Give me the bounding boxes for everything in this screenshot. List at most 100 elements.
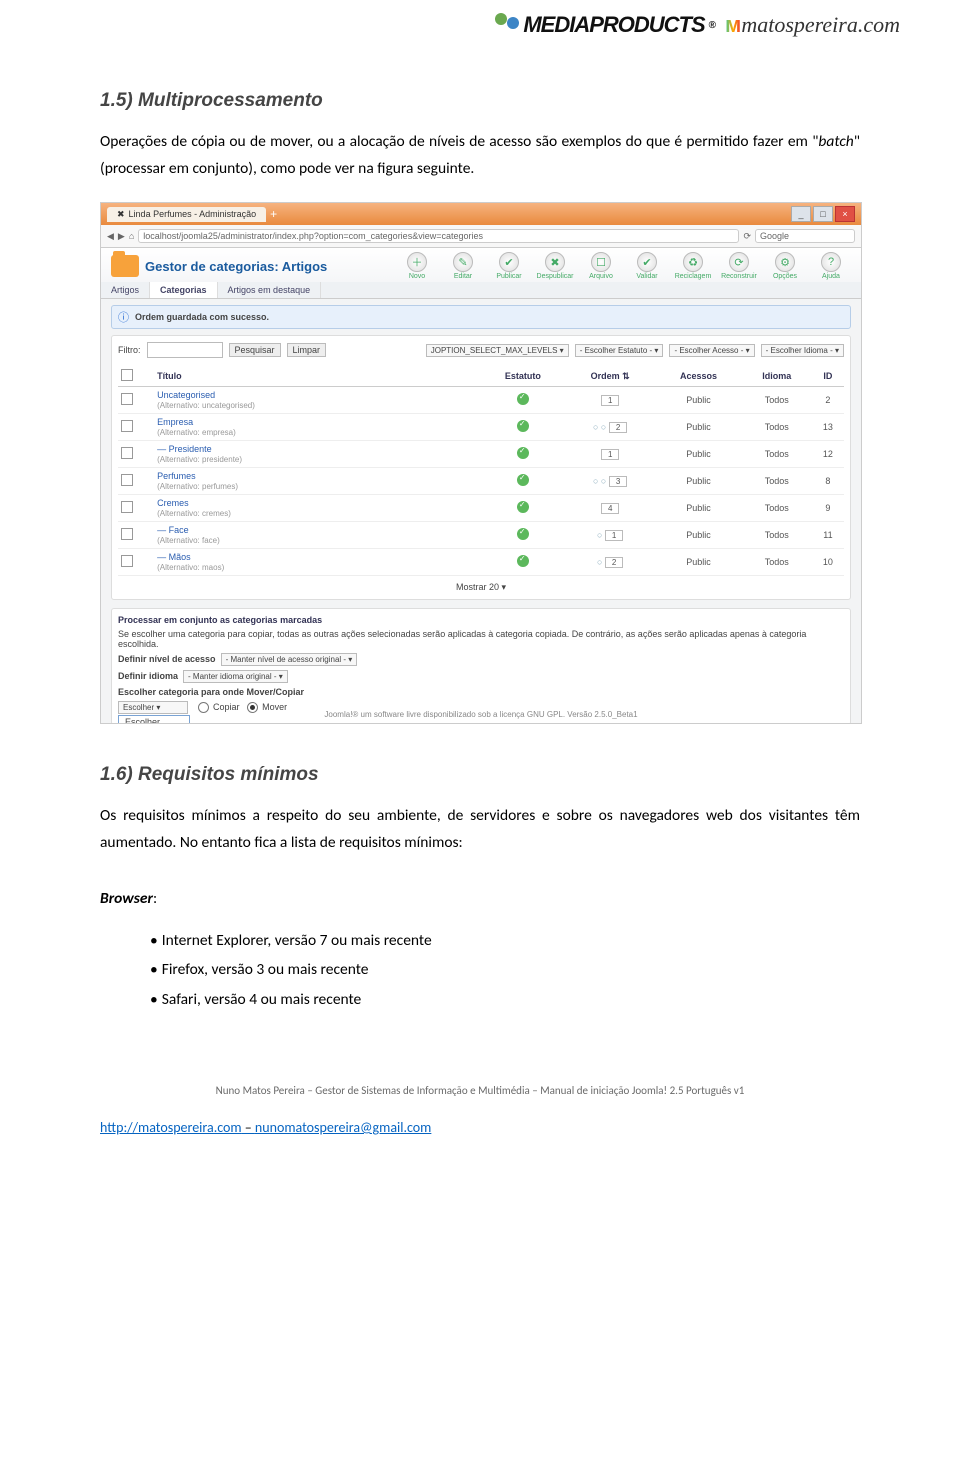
row-checkbox[interactable] — [121, 501, 133, 513]
row-checkbox[interactable] — [121, 420, 133, 432]
status-icon[interactable] — [517, 528, 529, 540]
select-status[interactable]: - Escolher Estatuto - ▾ — [575, 344, 664, 357]
toolbar-publicar[interactable]: ✔Publicar — [489, 252, 529, 280]
table-row: Uncategorised(Alternativo: uncategorised… — [118, 387, 844, 414]
section-1-6-paragraph: Os requisitos mínimos a respeito do seu … — [100, 802, 860, 856]
clear-button[interactable]: Limpar — [287, 343, 327, 357]
window-maximize-button[interactable]: □ — [813, 206, 833, 222]
status-icon[interactable] — [517, 555, 529, 567]
batch-category-dropdown[interactable]: EscolherEscolherUncategorisedEmpresa- Pr… — [118, 715, 190, 724]
browser-tab[interactable]: ✖ Linda Perfumes - Administração — [107, 207, 266, 222]
browser-label: Browser: — [100, 885, 860, 912]
order-input[interactable]: 1 — [601, 449, 619, 460]
list-item: Safari, versão 4 ou mais recente — [150, 985, 860, 1014]
table-row: Perfumes(Alternativo: perfumes)○ ○ 3Publ… — [118, 468, 844, 495]
despublicar-icon: ✖ — [545, 252, 565, 272]
toolbar-reconstruir[interactable]: ⟳Reconstruir — [719, 252, 759, 280]
status-icon[interactable] — [517, 393, 529, 405]
select-language[interactable]: - Escolher Idioma - ▾ — [761, 344, 844, 357]
order-input[interactable]: 4 — [601, 503, 619, 514]
pager[interactable]: Mostrar 20 ▾ — [118, 582, 844, 593]
toolbar-validar[interactable]: ✔Validar — [627, 252, 667, 280]
nav-fwd-icon[interactable]: ▶ — [118, 231, 125, 242]
matospereira-logo: ᴍmatospereira.com — [725, 12, 900, 38]
window-close-button[interactable]: × — [835, 206, 855, 222]
list-item: Internet Explorer, versão 7 ou mais rece… — [150, 926, 860, 955]
order-input[interactable]: 2 — [609, 422, 627, 433]
batch-text: Se escolher uma categoria para copiar, t… — [118, 629, 844, 649]
info-icon: ⓘ — [118, 309, 129, 325]
status-icon[interactable] — [517, 474, 529, 486]
firefox-url-bar: ◀ ▶ ⌂ localhost/joomla25/administrator/i… — [101, 225, 861, 248]
table-row: — Mãos(Alternativo: maos)○ 2PublicTodos1… — [118, 549, 844, 576]
toolbar-arquivo[interactable]: ☐Arquivo — [581, 252, 621, 280]
media-logo-icon — [495, 13, 519, 37]
order-input[interactable]: 2 — [605, 557, 623, 568]
category-link[interactable]: Perfumes(Alternativo: perfumes) — [154, 468, 481, 495]
status-icon[interactable] — [517, 501, 529, 513]
header-logos: MEDIAPRODUCTS® ᴍmatospereira.com — [495, 12, 900, 38]
row-checkbox[interactable] — [121, 474, 133, 486]
category-link[interactable]: — Mãos(Alternativo: maos) — [154, 549, 481, 576]
category-link[interactable]: — Face(Alternativo: face) — [154, 522, 481, 549]
novo-icon: ＋ — [407, 252, 427, 272]
category-link[interactable]: — Presidente(Alternativo: presidente) — [154, 441, 481, 468]
tab-artigos[interactable]: Artigos — [101, 282, 150, 298]
table-row: Cremes(Alternativo: cremes) 4PublicTodos… — [118, 495, 844, 522]
nav-home-icon[interactable]: ⌂ — [129, 231, 134, 241]
page-footer-line: Nuno Matos Pereira – Gestor de Sistemas … — [100, 1084, 860, 1097]
filter-bar: Filtro: Pesquisar Limpar JOPTION_SELECT_… — [118, 342, 844, 358]
window-minimize-button[interactable]: _ — [791, 206, 811, 222]
select-max-levels[interactable]: JOPTION_SELECT_MAX_LEVELS ▾ — [426, 344, 569, 357]
nav-back-icon[interactable]: ◀ — [107, 231, 114, 242]
arquivo-icon: ☐ — [591, 252, 611, 272]
order-input[interactable]: 3 — [609, 476, 627, 487]
window-buttons: _ □ × — [791, 206, 855, 222]
url-input[interactable]: localhost/joomla25/administrator/index.p… — [138, 229, 739, 243]
category-link[interactable]: Empresa(Alternativo: empresa) — [154, 414, 481, 441]
footer-mail[interactable]: nunomatospereira@gmail.com — [255, 1119, 431, 1136]
order-input[interactable]: 1 — [605, 530, 623, 541]
joomla-list: Filtro: Pesquisar Limpar JOPTION_SELECT_… — [111, 335, 851, 600]
toolbar-editar[interactable]: ✎Editar — [443, 252, 483, 280]
order-input[interactable]: 1 — [601, 395, 619, 406]
ajuda-icon: ? — [821, 252, 841, 272]
editar-icon: ✎ — [453, 252, 473, 272]
tab-destaque[interactable]: Artigos em destaque — [218, 282, 322, 298]
row-checkbox[interactable] — [121, 528, 133, 540]
check-all[interactable] — [121, 369, 133, 381]
footer-url[interactable]: http://matospereira.com — [100, 1119, 242, 1136]
dropdown-option[interactable]: Escolher — [119, 716, 189, 724]
opções-icon: ⚙ — [775, 252, 795, 272]
table-row: — Presidente(Alternativo: presidente) 1P… — [118, 441, 844, 468]
reload-icon[interactable]: ⟳ — [743, 231, 751, 242]
filter-label: Filtro: — [118, 345, 141, 355]
status-icon[interactable] — [517, 447, 529, 459]
list-item: Firefox, versão 3 ou mais recente — [150, 955, 860, 984]
batch-access-select[interactable]: - Manter nível de acesso original - ▾ — [221, 653, 358, 666]
browser-list: Internet Explorer, versão 7 ou mais rece… — [150, 926, 860, 1014]
row-checkbox[interactable] — [121, 447, 133, 459]
validar-icon: ✔ — [637, 252, 657, 272]
toolbar-novo[interactable]: ＋Novo — [397, 252, 437, 280]
new-tab-button[interactable]: + — [270, 207, 277, 221]
toolbar-opções[interactable]: ⚙Opções — [765, 252, 805, 280]
search-button[interactable]: Pesquisar — [229, 343, 281, 357]
status-icon[interactable] — [517, 420, 529, 432]
toolbar-ajuda[interactable]: ?Ajuda — [811, 252, 851, 280]
toolbar-reciclagem[interactable]: ♻Reciclagem — [673, 252, 713, 280]
tab-categorias[interactable]: Categorias — [150, 282, 218, 298]
row-checkbox[interactable] — [121, 555, 133, 567]
joomla-favicon-icon: ✖ — [117, 209, 125, 220]
joomla-toolbar: ＋Novo✎Editar✔Publicar✖Despublicar☐Arquiv… — [397, 252, 851, 280]
category-link[interactable]: Cremes(Alternativo: cremes) — [154, 495, 481, 522]
batch-lang-select[interactable]: - Manter idioma original - ▾ — [183, 670, 288, 683]
select-access[interactable]: - Escolher Acesso - ▾ — [669, 344, 754, 357]
row-checkbox[interactable] — [121, 393, 133, 405]
page-footer-links: http://matospereira.com – nunomatosperei… — [100, 1119, 860, 1136]
joomla-subtabs: Artigos Categorias Artigos em destaque — [101, 282, 861, 299]
search-input[interactable]: Google — [755, 229, 855, 243]
category-link[interactable]: Uncategorised(Alternativo: uncategorised… — [154, 387, 481, 414]
filter-input[interactable] — [147, 342, 223, 358]
toolbar-despublicar[interactable]: ✖Despublicar — [535, 252, 575, 280]
